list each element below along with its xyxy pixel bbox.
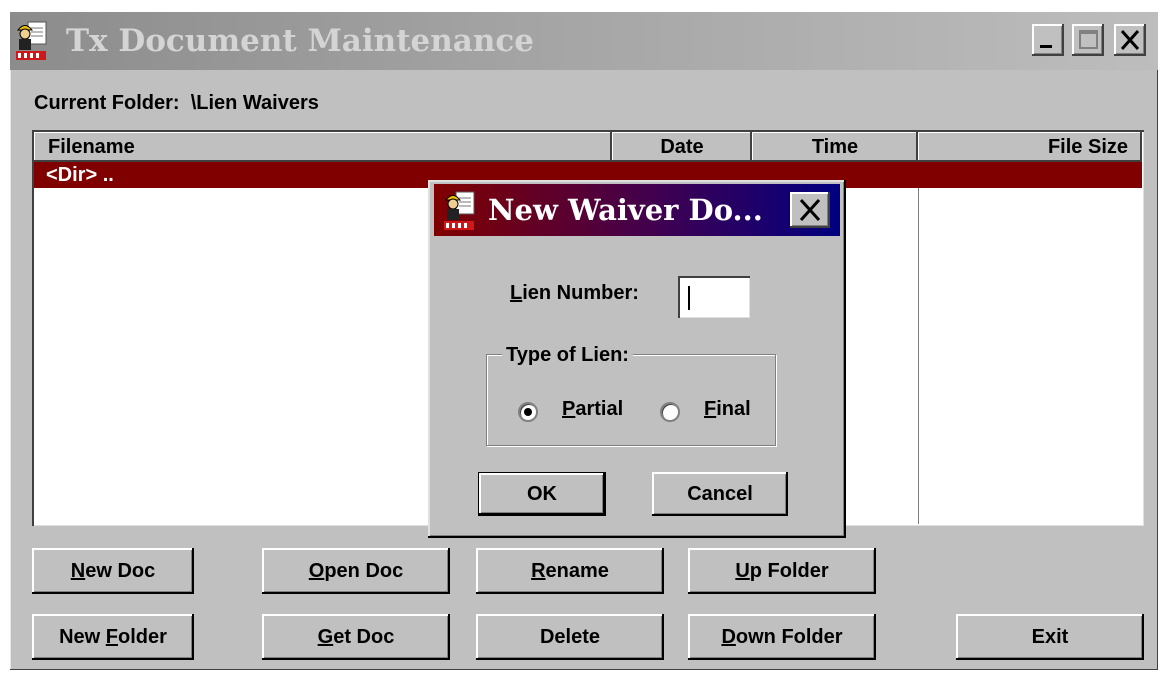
- rename-button[interactable]: Rename: [476, 548, 664, 594]
- button-accelerator: G: [317, 626, 334, 648]
- button-label: own Folder: [735, 626, 843, 648]
- current-folder-path: \Lien Waivers: [190, 92, 319, 114]
- get-doc-button[interactable]: Get Doc: [262, 614, 450, 660]
- construction-worker-icon[interactable]: [436, 190, 482, 232]
- minimize-button[interactable]: [1032, 24, 1064, 56]
- button-label: New: [59, 626, 106, 648]
- button-accelerator: O: [308, 560, 325, 582]
- title-bar[interactable]: Tx Document Maintenance: [10, 12, 1158, 70]
- button-label: Exit: [1031, 626, 1069, 648]
- exit-button[interactable]: Exit: [956, 614, 1144, 660]
- column-divider: [918, 162, 919, 524]
- window-title: Tx Document Maintenance: [66, 23, 535, 59]
- construction-worker-icon[interactable]: [14, 20, 48, 62]
- button-label: older: [118, 626, 167, 648]
- maximize-button[interactable]: [1072, 24, 1104, 56]
- dialog-title-bar[interactable]: New Waiver Do...: [434, 184, 840, 236]
- button-label: ename: [545, 560, 609, 582]
- button-label: et Doc: [333, 626, 395, 648]
- current-folder: Current Folder: \Lien Waivers: [34, 92, 319, 115]
- label-text: ien Number:: [522, 282, 639, 304]
- column-header-time[interactable]: Time: [752, 132, 918, 162]
- close-icon: [799, 198, 821, 222]
- button-accelerator: D: [721, 626, 736, 648]
- partial-radio-label[interactable]: Partial: [562, 398, 623, 421]
- cancel-button[interactable]: Cancel: [652, 472, 788, 516]
- column-header-date[interactable]: Date: [612, 132, 752, 162]
- lien-number-label: Lien Number:: [510, 282, 639, 305]
- current-folder-label: Current Folder:: [34, 92, 180, 114]
- minimize-icon: [1040, 45, 1052, 48]
- close-button[interactable]: [1114, 24, 1146, 56]
- new-doc-button[interactable]: New Doc: [32, 548, 194, 594]
- final-radio-label[interactable]: Final: [704, 398, 751, 421]
- new-folder-button[interactable]: New Folder: [32, 614, 194, 660]
- button-label: p Folder: [749, 560, 829, 582]
- label-accelerator: L: [510, 282, 523, 304]
- label-text: inal: [716, 398, 751, 420]
- list-header: Filename Date Time File Size: [34, 132, 1142, 162]
- down-folder-button[interactable]: Down Folder: [688, 614, 876, 660]
- partial-radio[interactable]: [518, 402, 538, 422]
- column-header-filename[interactable]: Filename: [34, 132, 612, 162]
- final-radio[interactable]: [660, 402, 680, 422]
- label-accelerator: F: [704, 398, 717, 420]
- button-label: pen Doc: [324, 560, 404, 582]
- dialog-close-button[interactable]: [790, 192, 830, 228]
- text-caret: [688, 286, 690, 310]
- button-accelerator: N: [70, 560, 86, 582]
- button-accelerator: U: [735, 560, 750, 582]
- maximize-icon: [1079, 30, 1098, 49]
- label-accelerator: P: [562, 398, 576, 420]
- button-label: Delete: [539, 626, 601, 648]
- type-of-lien-label: Type of Lien:: [502, 344, 633, 367]
- up-folder-button[interactable]: Up Folder: [688, 548, 876, 594]
- button-label: ew Doc: [85, 560, 156, 582]
- ok-button[interactable]: OK: [478, 472, 606, 516]
- dialog-title: New Waiver Do...: [488, 193, 763, 227]
- close-icon: [1120, 30, 1140, 50]
- delete-button[interactable]: Delete: [476, 614, 664, 660]
- label-text: artial: [575, 398, 624, 420]
- row-filename: <Dir> ..: [46, 164, 114, 186]
- button-accelerator: R: [531, 560, 546, 582]
- column-header-file-size[interactable]: File Size: [918, 132, 1142, 162]
- new-waiver-dialog: New Waiver Do... Lien Number: Type of Li…: [428, 180, 846, 538]
- button-accelerator: F: [105, 626, 118, 648]
- open-doc-button[interactable]: Open Doc: [262, 548, 450, 594]
